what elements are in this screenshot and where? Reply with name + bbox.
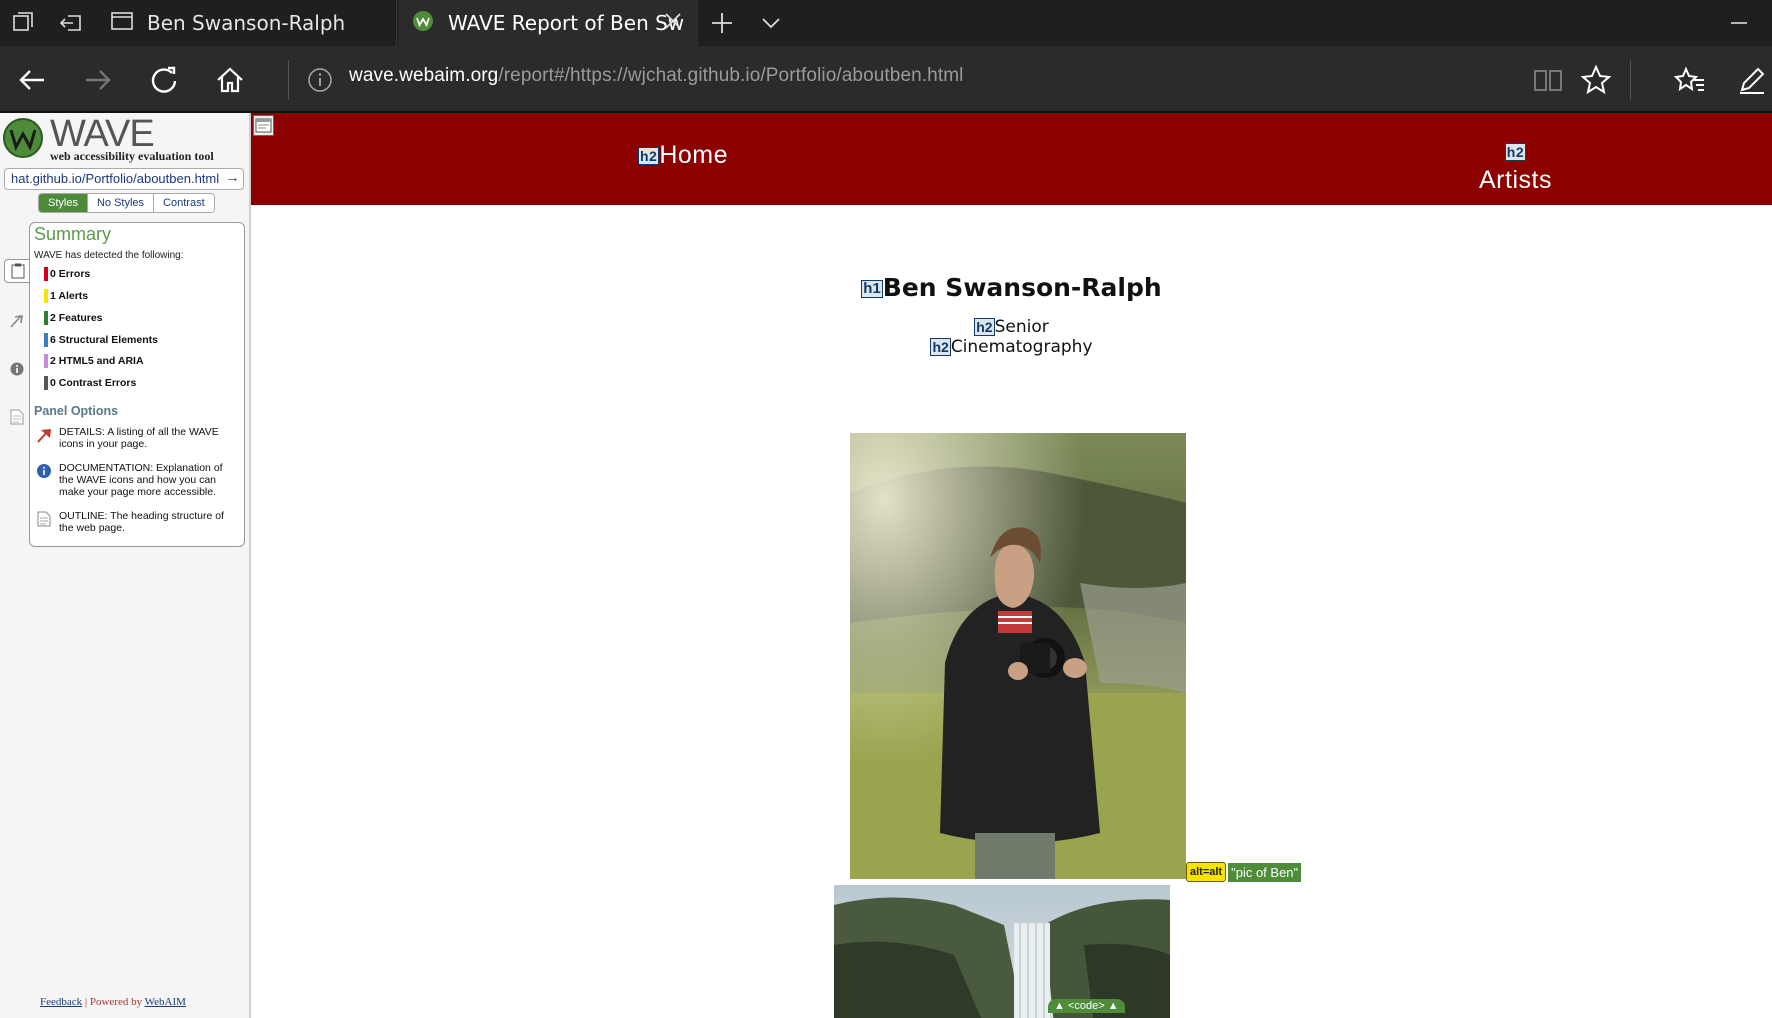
toolbar-divider: [288, 60, 289, 100]
subtitle-cinematography: h2 Cinematography: [251, 337, 1772, 357]
address-url[interactable]: wave.webaim.org/report#/https://wjchat.g…: [349, 65, 963, 87]
forward-arrow-icon[interactable]: [80, 62, 116, 98]
page-icon: [111, 11, 133, 36]
h2-tag-icon[interactable]: h2: [638, 147, 660, 166]
alerts-bar: [44, 289, 48, 303]
wave-url-text: hat.github.io/Portfolio/aboutben.html: [11, 171, 220, 186]
webaim-link[interactable]: WebAIM: [145, 996, 186, 1008]
profile-photo: [850, 433, 1186, 879]
alt-text-value: "pic of Ben": [1228, 862, 1302, 882]
alerts-count[interactable]: 1 Alerts: [44, 289, 88, 303]
reading-view-icon[interactable]: [1530, 62, 1566, 98]
outline-document-icon[interactable]: [4, 404, 30, 430]
summary-panel: Summary WAVE has detected the following:…: [29, 222, 245, 547]
tab-ben-swanson-ralph[interactable]: Ben Swanson-Ralph: [97, 0, 397, 46]
waterfall-photo: [834, 885, 1170, 1018]
summary-title: Summary: [34, 224, 112, 244]
back-arrow-icon[interactable]: [14, 62, 50, 98]
subtitle-senior-text: Senior: [994, 317, 1049, 337]
tab-manager-icon[interactable]: [8, 8, 38, 38]
details-option-text: DETAILS: A listing of all the WAVE icons…: [59, 426, 219, 450]
wave-url-input[interactable]: hat.github.io/Portfolio/aboutben.html →: [4, 168, 244, 190]
nav-home-link[interactable]: h2Home: [638, 141, 728, 170]
h2-tag-icon[interactable]: h2: [974, 318, 995, 336]
browser-address-bar: wave.webaim.org/report#/https://wjchat.g…: [0, 46, 1772, 113]
structural-bar: [44, 333, 48, 347]
wave-favicon-icon: [412, 10, 434, 37]
evaluated-page: h2Home h2 Artists h1Ben Swanson-Ralph h2…: [251, 113, 1772, 1018]
aria-bar: [44, 354, 48, 368]
nav-artists-link[interactable]: h2 Artists: [1479, 137, 1552, 195]
alt-alert-icon[interactable]: alt=alt: [1186, 862, 1227, 882]
panel-options-title: Panel Options: [34, 404, 119, 418]
wave-logo-icon: [3, 118, 43, 158]
structural-elements-count[interactable]: 6 Structural Elements: [44, 333, 158, 347]
outline-option[interactable]: OUTLINE: The heading structure of the we…: [34, 510, 239, 538]
favorites-hub-icon[interactable]: [1672, 62, 1708, 98]
code-tag-annotation[interactable]: ▲ <code> ▲: [1048, 999, 1125, 1013]
outline-option-text: OUTLINE: The heading structure of the we…: [59, 510, 224, 534]
toolbar-divider: [1630, 60, 1631, 100]
documentation-info-icon[interactable]: [4, 356, 30, 382]
errors-bar: [44, 267, 48, 281]
set-aside-tabs-icon[interactable]: [56, 8, 86, 38]
tab-title: Ben Swanson-Ralph: [147, 11, 346, 35]
feedback-link[interactable]: Feedback: [40, 996, 82, 1008]
contrast-errors-count[interactable]: 0 Contrast Errors: [44, 376, 136, 390]
url-path: /report#/https://wjchat.github.io/Portfo…: [498, 65, 964, 86]
alt-text-annotation: alt=alt "pic of Ben": [1186, 860, 1302, 884]
h2-tag-icon[interactable]: h2: [1504, 143, 1527, 162]
minimize-icon[interactable]: [1724, 8, 1754, 38]
wave-footer: Feedback | Powered by WebAIM: [40, 996, 186, 1008]
wave-subtitle: web accessibility evaluation tool: [50, 149, 214, 163]
subtitle-senior: h2 Senior: [251, 317, 1772, 337]
no-styles-button[interactable]: No Styles: [87, 194, 155, 212]
home-icon[interactable]: [212, 62, 248, 98]
info-icon: [37, 464, 51, 478]
html5-aria-count[interactable]: 2 HTML5 and ARIA: [44, 354, 144, 368]
details-flag-icon[interactable]: [4, 308, 30, 334]
close-tab-icon[interactable]: [662, 10, 684, 37]
details-flag-icon: [37, 429, 51, 443]
refresh-icon[interactable]: [146, 62, 182, 98]
contrast-button[interactable]: Contrast: [154, 194, 214, 212]
errors-count[interactable]: 0 Errors: [44, 267, 90, 281]
h1-tag-icon[interactable]: h1: [861, 280, 883, 298]
features-count[interactable]: 2 Features: [44, 311, 103, 325]
arrow-right-icon[interactable]: →: [225, 169, 240, 186]
h2-tag-icon[interactable]: h2: [930, 338, 951, 356]
pen-notes-icon[interactable]: [1734, 62, 1770, 98]
tab-wave-report[interactable]: WAVE Report of Ben Sw: [398, 0, 698, 46]
wave-view-toggle: Styles No Styles Contrast: [38, 193, 215, 213]
site-navbar: h2Home h2 Artists: [251, 113, 1772, 205]
styles-button[interactable]: Styles: [39, 194, 88, 212]
chevron-down-icon[interactable]: [756, 8, 786, 38]
contrast-bar: [44, 376, 48, 390]
wave-sidebar: WAVE web accessibility evaluation tool h…: [0, 113, 251, 1018]
detected-text: WAVE has detected the following:: [34, 250, 184, 261]
browser-tab-bar: Ben Swanson-Ralph WAVE Report of Ben Sw: [0, 0, 1772, 46]
url-host: wave.webaim.org: [349, 65, 499, 86]
page-heading-text: Ben Swanson-Ralph: [882, 273, 1162, 302]
nav-artists-label: Artists: [1479, 166, 1552, 194]
new-tab-icon[interactable]: [707, 8, 737, 38]
star-favorite-icon[interactable]: [1578, 62, 1614, 98]
details-option[interactable]: DETAILS: A listing of all the WAVE icons…: [34, 426, 239, 456]
tab-title: WAVE Report of Ben Sw: [448, 11, 685, 35]
site-info-icon[interactable]: [304, 64, 336, 96]
document-icon: [37, 511, 51, 527]
documentation-option[interactable]: DOCUMENTATION: Explanation of the WAVE i…: [34, 462, 239, 502]
features-bar: [44, 311, 48, 325]
summary-clipboard-icon[interactable]: [4, 259, 30, 283]
nav-home-label: Home: [659, 141, 729, 169]
wave-toolbar-icon[interactable]: [253, 115, 274, 136]
documentation-option-text: DOCUMENTATION: Explanation of the WAVE i…: [59, 462, 223, 498]
subtitle-cinematography-text: Cinematography: [950, 337, 1093, 357]
page-heading: h1Ben Swanson-Ralph: [251, 273, 1772, 302]
